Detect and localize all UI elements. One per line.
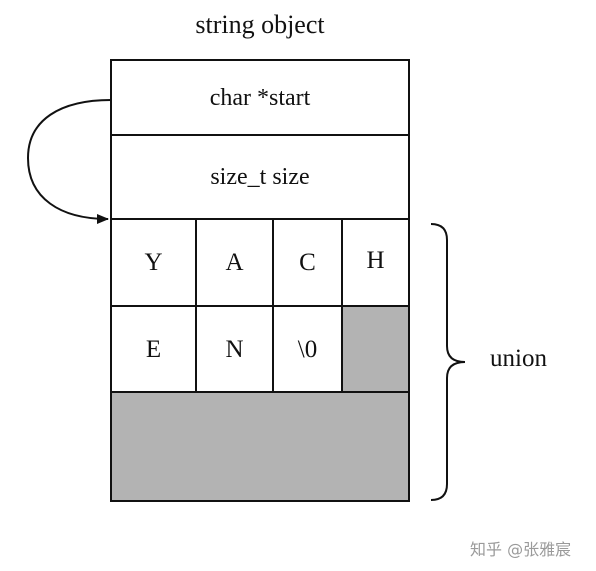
start-pointer-arrow: [26, 99, 112, 224]
unused-cell: [342, 306, 409, 392]
watermark: 知乎 @张雅宸: [470, 540, 572, 559]
buffer-cell: A: [225, 249, 244, 276]
buffer-cell: H: [366, 247, 385, 274]
union-label: union: [490, 345, 547, 372]
unused-tail: [111, 392, 409, 501]
buffer-cell: C: [299, 249, 316, 276]
buffer-cell: Y: [144, 249, 163, 276]
size-field: size_t size: [210, 164, 310, 190]
buffer-cell: \0: [297, 335, 318, 363]
start-field: char *start: [209, 84, 311, 111]
union-brace: [430, 223, 466, 501]
diagram-title: string object: [195, 10, 325, 39]
buffer-cell: N: [225, 335, 244, 363]
buffer-cell: E: [145, 335, 162, 363]
